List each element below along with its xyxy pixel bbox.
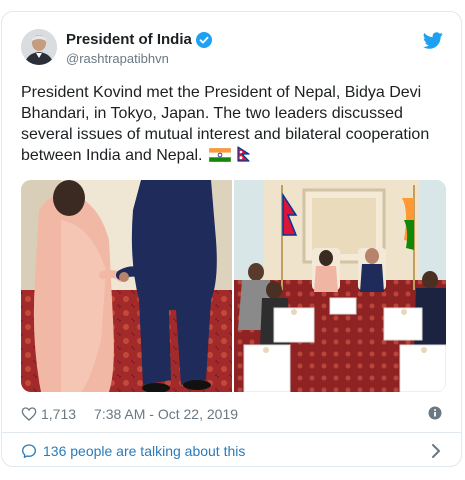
tweet-timestamp[interactable]: 7:38 AM - Oct 22, 2019	[94, 406, 238, 422]
author-avatar[interactable]	[21, 29, 57, 65]
author-name[interactable]: President of India	[66, 31, 192, 48]
chevron-right-icon[interactable]	[430, 443, 442, 459]
tweet-meta: 1,713 7:38 AM - Oct 22, 2019	[21, 404, 446, 424]
conversation-label[interactable]: 136 people are talking about this	[43, 443, 245, 459]
speech-bubble-icon	[21, 443, 37, 459]
like-count[interactable]: 1,713	[41, 406, 76, 422]
info-icon[interactable]	[428, 406, 442, 420]
tweet-card: President of India @rashtrapatibhvn Pres…	[1, 11, 462, 467]
nepal-flag-icon	[237, 146, 251, 168]
conversation-link[interactable]: 136 people are talking about this	[21, 441, 446, 461]
photo-meeting[interactable]	[234, 180, 446, 392]
author-handle[interactable]: @rashtrapatibhvn	[66, 51, 169, 66]
footer-divider	[2, 432, 461, 433]
twitter-bird-icon[interactable]	[423, 32, 443, 49]
tweet-media[interactable]	[21, 180, 446, 392]
india-flag-icon	[208, 147, 232, 168]
heart-icon[interactable]	[21, 406, 37, 422]
photo-handshake[interactable]	[21, 180, 232, 392]
tweet-text: President Kovind met the President of Ne…	[21, 82, 436, 168]
verified-badge-icon	[195, 31, 212, 48]
author-name-line[interactable]: President of India	[66, 31, 212, 48]
